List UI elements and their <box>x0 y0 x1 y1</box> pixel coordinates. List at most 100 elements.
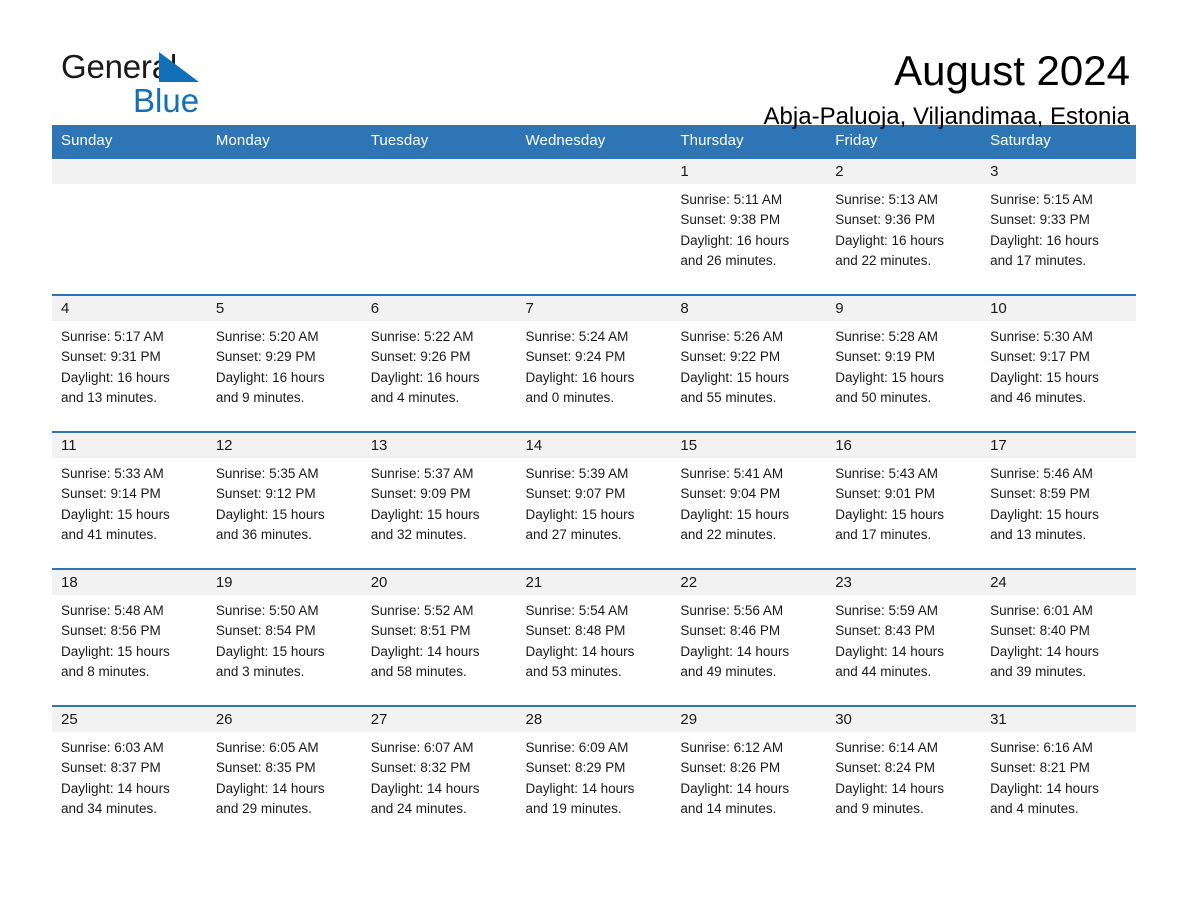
sunrise-text: Sunrise: 5:48 AM <box>61 603 164 618</box>
calendar-body: 1 Sunrise: 5:11 AM Sunset: 9:38 PM Daylight… <box>52 157 1136 842</box>
sunset-text: Sunset: 9:36 PM <box>835 212 936 228</box>
calendar-day-cell[interactable]: 29 Sunrise: 6:12 AM Sunset: 8:26 PM Dayligh… <box>671 705 827 842</box>
day-details: Sunrise: 5:20 AM Sunset: 9:29 PM Daylight:… <box>207 321 362 408</box>
sunrise-text: Sunrise: 6:09 AM <box>525 740 629 755</box>
calendar-day-cell[interactable]: 19 Sunrise: 5:50 AM Sunset: 8:54 PM Dayligh… <box>206 568 362 706</box>
day-number <box>52 159 207 184</box>
daylight-text-line2: and 9 minutes. <box>215 389 305 405</box>
calendar-day-cell[interactable]: 15 Sunrise: 5:41 AM Sunset: 9:04 PM Dayligh… <box>671 431 827 569</box>
calendar-day-cell[interactable]: 26 Sunrise: 6:05 AM Sunset: 8:35 PM Dayligh… <box>206 705 362 842</box>
calendar-day-cell[interactable]: 22 Sunrise: 5:56 AM Sunset: 8:46 PM Dayligh… <box>671 568 827 706</box>
sunrise-text: Sunrise: 6:14 AM <box>835 740 939 755</box>
sunset-text: Sunset: 9:17 PM <box>990 349 1090 365</box>
day-number: 27 <box>361 707 517 732</box>
sunset-text: Sunset: 9:31 PM <box>61 349 161 365</box>
calendar-day-cell[interactable]: 1 Sunrise: 5:11 AM Sunset: 9:38 PM Daylight… <box>671 157 827 295</box>
day-details: Sunrise: 5:30 AM Sunset: 9:17 PM Daylight:… <box>981 321 1136 408</box>
day-number <box>206 159 362 184</box>
daylight-text-line1: Daylight: 15 hours <box>370 506 480 522</box>
daylight-text-line2: and 41 minutes. <box>61 526 158 542</box>
calendar-day-cell[interactable]: 9 Sunrise: 5:28 AM Sunset: 9:19 PM Daylight… <box>826 294 982 432</box>
calendar-day-cell[interactable]: 27 Sunrise: 6:07 AM Sunset: 8:32 PM Dayligh… <box>361 705 517 842</box>
sunrise-text: Sunrise: 5:52 AM <box>370 603 474 618</box>
calendar-day-cell[interactable]: 20 Sunrise: 5:52 AM Sunset: 8:51 PM Dayligh… <box>361 568 517 706</box>
day-details: Sunrise: 5:46 AM Sunset: 8:59 PM Daylight:… <box>981 458 1136 545</box>
day-number: 12 <box>206 433 362 458</box>
calendar-day-cell[interactable]: 11 Sunrise: 5:33 AM Sunset: 9:14 PM Dayligh… <box>52 431 207 569</box>
day-number: 23 <box>826 570 982 595</box>
sunset-text: Sunset: 8:32 PM <box>370 760 471 776</box>
calendar-day-cell[interactable]: 21 Sunrise: 5:54 AM Sunset: 8:48 PM Dayligh… <box>516 568 672 706</box>
calendar-day-cell[interactable]: 23 Sunrise: 5:59 AM Sunset: 8:43 PM Dayligh… <box>826 568 982 706</box>
daylight-text-line2: and 32 minutes. <box>370 526 467 542</box>
sunrise-text: Sunrise: 5:17 AM <box>61 329 164 344</box>
daylight-text-line1: Daylight: 14 hours <box>370 643 480 659</box>
calendar-day-cell[interactable]: 7 Sunrise: 5:24 AM Sunset: 9:24 PM Daylight… <box>516 294 672 432</box>
sunset-text: Sunset: 9:14 PM <box>61 486 161 502</box>
calendar-week-row: 11 Sunrise: 5:33 AM Sunset: 9:14 PM Dayligh… <box>52 431 1136 569</box>
calendar-week-row: 4 Sunrise: 5:17 AM Sunset: 9:31 PM Daylight… <box>52 294 1136 432</box>
daylight-text-line2: and 44 minutes. <box>835 663 932 679</box>
calendar-day-cell[interactable]: 10 Sunrise: 5:30 AM Sunset: 9:17 PM Dayligh… <box>981 294 1136 432</box>
day-details: Sunrise: 5:35 AM Sunset: 9:12 PM Daylight:… <box>207 458 362 545</box>
sunrise-text: Sunrise: 5:41 AM <box>680 466 784 481</box>
sunrise-text: Sunrise: 5:46 AM <box>990 466 1093 481</box>
brand-name-blue: Blue <box>133 82 200 119</box>
calendar-day-cell[interactable]: 14 Sunrise: 5:39 AM Sunset: 9:07 PM Dayligh… <box>516 431 672 569</box>
calendar-day-cell[interactable]: 30 Sunrise: 6:14 AM Sunset: 8:24 PM Dayligh… <box>826 705 982 842</box>
daylight-text-line2: and 9 minutes. <box>835 800 924 816</box>
sunset-text: Sunset: 8:24 PM <box>835 760 936 776</box>
sunrise-text: Sunrise: 6:03 AM <box>61 740 164 755</box>
general-blue-logo[interactable]: General Blue <box>61 50 321 126</box>
sunrise-text: Sunrise: 5:33 AM <box>61 466 164 481</box>
day-details: Sunrise: 6:14 AM Sunset: 8:24 PM Daylight:… <box>826 732 981 819</box>
calendar-day-cell[interactable]: 4 Sunrise: 5:17 AM Sunset: 9:31 PM Daylight… <box>52 294 207 432</box>
daylight-text-line1: Daylight: 15 hours <box>680 506 790 522</box>
calendar-day-cell[interactable]: 31 Sunrise: 6:16 AM Sunset: 8:21 PM Dayligh… <box>981 705 1136 842</box>
calendar-day-cell-empty <box>516 157 672 295</box>
sunrise-text: Sunrise: 6:01 AM <box>990 603 1093 618</box>
day-details: Sunrise: 6:09 AM Sunset: 8:29 PM Daylight:… <box>517 732 672 819</box>
calendar-day-cell[interactable]: 16 Sunrise: 5:43 AM Sunset: 9:01 PM Dayligh… <box>826 431 982 569</box>
calendar-day-cell-empty <box>361 157 517 295</box>
sunrise-text: Sunrise: 5:54 AM <box>525 603 629 618</box>
calendar-day-cell-empty <box>206 157 362 295</box>
day-details: Sunrise: 6:03 AM Sunset: 8:37 PM Daylight:… <box>52 732 207 819</box>
calendar-day-cell[interactable]: 8 Sunrise: 5:26 AM Sunset: 9:22 PM Daylight… <box>671 294 827 432</box>
daylight-text-line1: Daylight: 16 hours <box>215 369 325 385</box>
daylight-text-line1: Daylight: 15 hours <box>990 369 1099 385</box>
daylight-text-line2: and 0 minutes. <box>525 389 615 405</box>
sunset-text: Sunset: 9:12 PM <box>215 486 316 502</box>
calendar-day-cell[interactable]: 13 Sunrise: 5:37 AM Sunset: 9:09 PM Dayligh… <box>361 431 517 569</box>
daylight-text-line2: and 14 minutes. <box>680 800 777 816</box>
sunrise-text: Sunrise: 5:50 AM <box>215 603 319 618</box>
sunrise-text: Sunrise: 5:30 AM <box>990 329 1093 344</box>
calendar-day-cell[interactable]: 6 Sunrise: 5:22 AM Sunset: 9:26 PM Daylight… <box>361 294 517 432</box>
sunset-text: Sunset: 8:43 PM <box>835 623 936 639</box>
day-number: 3 <box>981 159 1136 184</box>
daylight-text-line1: Daylight: 15 hours <box>215 506 325 522</box>
sunset-text: Sunset: 8:54 PM <box>215 623 316 639</box>
calendar-day-cell[interactable]: 17 Sunrise: 5:46 AM Sunset: 8:59 PM Dayligh… <box>981 431 1136 569</box>
sunrise-text: Sunrise: 6:16 AM <box>990 740 1093 755</box>
calendar-week-row: 18 Sunrise: 5:48 AM Sunset: 8:56 PM Dayligh… <box>52 568 1136 706</box>
calendar-day-cell[interactable]: 5 Sunrise: 5:20 AM Sunset: 9:29 PM Daylight… <box>206 294 362 432</box>
daylight-text-line2: and 55 minutes. <box>680 389 777 405</box>
sunset-text: Sunset: 9:38 PM <box>680 212 781 228</box>
daylight-text-line2: and 24 minutes. <box>370 800 467 816</box>
calendar-day-cell[interactable]: 24 Sunrise: 6:01 AM Sunset: 8:40 PM Dayligh… <box>981 568 1136 706</box>
calendar-day-cell[interactable]: 28 Sunrise: 6:09 AM Sunset: 8:29 PM Dayligh… <box>516 705 672 842</box>
calendar-day-cell[interactable]: 18 Sunrise: 5:48 AM Sunset: 8:56 PM Dayligh… <box>52 568 207 706</box>
day-number: 17 <box>981 433 1136 458</box>
calendar-day-cell[interactable]: 2 Sunrise: 5:13 AM Sunset: 9:36 PM Daylight… <box>826 157 982 295</box>
calendar-day-cell[interactable]: 25 Sunrise: 6:03 AM Sunset: 8:37 PM Dayligh… <box>52 705 207 842</box>
daylight-text-line2: and 39 minutes. <box>990 663 1087 679</box>
sunrise-text: Sunrise: 5:59 AM <box>835 603 939 618</box>
calendar-day-cell[interactable]: 12 Sunrise: 5:35 AM Sunset: 9:12 PM Dayligh… <box>206 431 362 569</box>
calendar-day-cell[interactable]: 3 Sunrise: 5:15 AM Sunset: 9:33 PM Daylight… <box>981 157 1136 295</box>
daylight-text-line2: and 29 minutes. <box>215 800 312 816</box>
daylight-text-line1: Daylight: 15 hours <box>61 643 170 659</box>
calendar-page: General Blue August 2024 Abja-Paluoja, V… <box>0 0 1188 918</box>
day-number: 9 <box>826 296 982 321</box>
daylight-text-line1: Daylight: 16 hours <box>61 369 170 385</box>
